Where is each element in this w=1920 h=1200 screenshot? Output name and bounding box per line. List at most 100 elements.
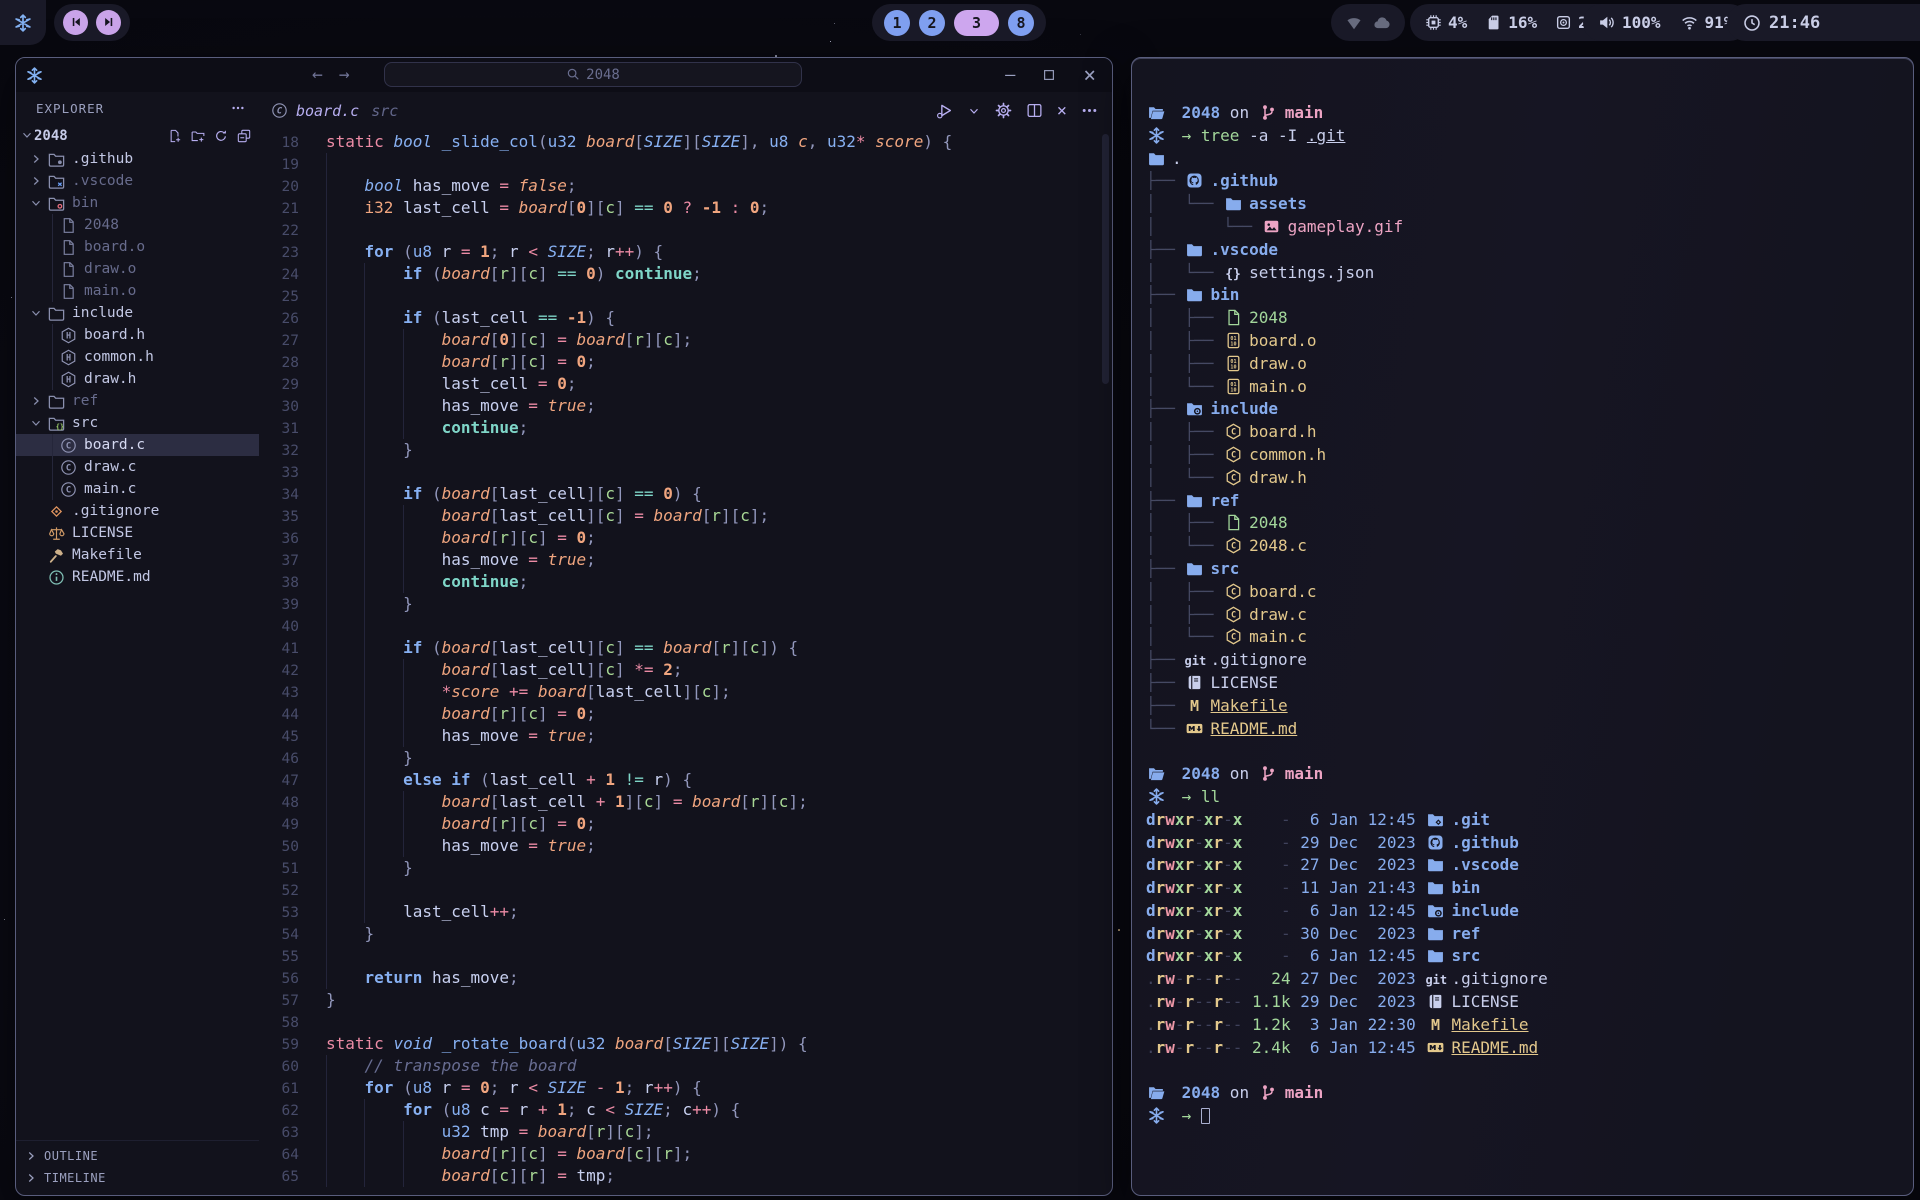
explorer-item-.github[interactable]: .github <box>16 148 259 170</box>
code-line-56[interactable]: 56 return has_move; <box>271 967 1112 989</box>
explorer-item-board.h[interactable]: Hboard.h <box>16 324 259 346</box>
code-line-33[interactable]: 33 <box>271 461 1112 483</box>
code-line-32[interactable]: 32 } <box>271 439 1112 461</box>
media-next-button[interactable] <box>96 10 121 35</box>
workspace-8[interactable]: 8 <box>1008 10 1034 36</box>
code-line-48[interactable]: 48 board[last_cell + 1][c] = board[r][c]… <box>271 791 1112 813</box>
refresh-icon[interactable] <box>214 129 228 143</box>
code-line-34[interactable]: 34 if (board[last_cell][c] == 0) { <box>271 483 1112 505</box>
run-debug-icon[interactable] <box>936 102 953 119</box>
new-folder-icon[interactable] <box>191 129 205 143</box>
command-center-search[interactable]: 2048 <box>384 62 802 87</box>
launcher-button[interactable] <box>0 0 46 45</box>
code-line-23[interactable]: 23 for (u8 r = 1; r < SIZE; r++) { <box>271 241 1112 263</box>
code-line-65[interactable]: 65 board[c][r] = tmp; <box>271 1165 1112 1187</box>
code-line-37[interactable]: 37 has_move = true; <box>271 549 1112 571</box>
workspace-2[interactable]: 2 <box>919 10 945 36</box>
explorer-item-draw.h[interactable]: Hdraw.h <box>16 368 259 390</box>
clock-widget[interactable]: 21:46 <box>1727 4 1920 41</box>
code-line-45[interactable]: 45 has_move = true; <box>271 725 1112 747</box>
more-actions-icon[interactable] <box>231 101 245 116</box>
code-line-41[interactable]: 41 if (board[last_cell][c] == board[r][c… <box>271 637 1112 659</box>
code-line-18[interactable]: 18static bool _slide_col(u32 board[SIZE]… <box>271 131 1112 153</box>
code-line-20[interactable]: 20 bool has_move = false; <box>271 175 1112 197</box>
active-tab[interactable]: C board.c src <box>271 102 398 120</box>
code-line-46[interactable]: 46 } <box>271 747 1112 769</box>
code-line-43[interactable]: 43 *score += board[last_cell][c]; <box>271 681 1112 703</box>
code-line-27[interactable]: 27 board[0][c] = board[r][c]; <box>271 329 1112 351</box>
outline-section[interactable]: OUTLINE <box>16 1145 259 1167</box>
code-line-53[interactable]: 53 last_cell++; <box>271 901 1112 923</box>
more-actions-icon[interactable] <box>1081 102 1098 119</box>
explorer-item-board.o[interactable]: board.o <box>16 236 259 258</box>
chevron-down-icon[interactable] <box>967 104 981 118</box>
gear-icon[interactable] <box>995 102 1012 119</box>
minimize-button[interactable]: — <box>1005 67 1015 84</box>
code-line-24[interactable]: 24 if (board[r][c] == 0) continue; <box>271 263 1112 285</box>
code-line-49[interactable]: 49 board[r][c] = 0; <box>271 813 1112 835</box>
code-line-60[interactable]: 60 // transpose the board <box>271 1055 1112 1077</box>
code-line-40[interactable]: 40 <box>271 615 1112 637</box>
explorer-item-main.c[interactable]: Cmain.c <box>16 478 259 500</box>
code-line-21[interactable]: 21 i32 last_cell = board[0][c] == 0 ? -1… <box>271 197 1112 219</box>
code-line-58[interactable]: 58 <box>271 1011 1112 1033</box>
code-line-30[interactable]: 30 has_move = true; <box>271 395 1112 417</box>
explorer-item-main.o[interactable]: main.o <box>16 280 259 302</box>
code-line-22[interactable]: 22 <box>271 219 1112 241</box>
code-line-50[interactable]: 50 has_move = true; <box>271 835 1112 857</box>
split-editor-icon[interactable] <box>1026 102 1043 119</box>
workspace-1[interactable]: 1 <box>884 10 910 36</box>
close-editor-icon[interactable]: × <box>1057 101 1067 121</box>
scrollbar-thumb[interactable] <box>1102 134 1109 384</box>
code-line-29[interactable]: 29 last_cell = 0; <box>271 373 1112 395</box>
code-line-55[interactable]: 55 <box>271 945 1112 967</box>
terminal-window[interactable]: 2048 on main → tree -a -I .git.├── .gith… <box>1131 57 1914 1196</box>
code-line-52[interactable]: 52 <box>271 879 1112 901</box>
code-line-26[interactable]: 26 if (last_cell == -1) { <box>271 307 1112 329</box>
timeline-section[interactable]: TIMELINE <box>16 1167 259 1189</box>
explorer-item-ref[interactable]: ref <box>16 390 259 412</box>
code-line-31[interactable]: 31 continue; <box>271 417 1112 439</box>
code-line-42[interactable]: 42 board[last_cell][c] *= 2; <box>271 659 1112 681</box>
code-line-35[interactable]: 35 board[last_cell][c] = board[r][c]; <box>271 505 1112 527</box>
collapse-all-icon[interactable] <box>237 129 251 143</box>
nav-back-button[interactable]: ← <box>312 66 323 84</box>
editor-titlebar[interactable]: ← → 2048 — × <box>16 58 1112 92</box>
explorer-item-draw.o[interactable]: draw.o <box>16 258 259 280</box>
nav-forward-button[interactable]: → <box>339 66 350 84</box>
explorer-item-include[interactable]: include <box>16 302 259 324</box>
weather-widget[interactable] <box>1331 4 1405 41</box>
code-line-28[interactable]: 28 board[r][c] = 0; <box>271 351 1112 373</box>
code-line-57[interactable]: 57} <box>271 989 1112 1011</box>
code-line-51[interactable]: 51 } <box>271 857 1112 879</box>
explorer-item-draw.c[interactable]: Cdraw.c <box>16 456 259 478</box>
explorer-item-src[interactable]: {}src <box>16 412 259 434</box>
code-line-63[interactable]: 63 u32 tmp = board[r][c]; <box>271 1121 1112 1143</box>
explorer-item-LICENSE[interactable]: LICENSE <box>16 522 259 544</box>
code-line-36[interactable]: 36 board[r][c] = 0; <box>271 527 1112 549</box>
media-previous-button[interactable] <box>63 10 88 35</box>
code-line-59[interactable]: 59static void _rotate_board(u32 board[SI… <box>271 1033 1112 1055</box>
explorer-item-2048[interactable]: 2048 <box>16 214 259 236</box>
code-line-61[interactable]: 61 for (u8 r = 0; r < SIZE - 1; r++) { <box>271 1077 1112 1099</box>
close-button[interactable]: × <box>1083 65 1096 86</box>
code-line-47[interactable]: 47 else if (last_cell + 1 != r) { <box>271 769 1112 791</box>
project-root-row[interactable]: 2048 <box>16 124 259 148</box>
code-line-38[interactable]: 38 continue; <box>271 571 1112 593</box>
code-editor[interactable]: 18static bool _slide_col(u32 board[SIZE]… <box>259 129 1112 1196</box>
explorer-item-board.c[interactable]: Cboard.c <box>16 434 259 456</box>
code-line-64[interactable]: 64 board[r][c] = board[c][r]; <box>271 1143 1112 1165</box>
maximize-button[interactable] <box>1042 67 1056 84</box>
explorer-item-.vscode[interactable]: .vscode <box>16 170 259 192</box>
code-line-19[interactable]: 19 <box>271 153 1112 175</box>
new-file-icon[interactable] <box>168 129 182 143</box>
code-line-62[interactable]: 62 for (u8 c = r + 1; c < SIZE; c++) { <box>271 1099 1112 1121</box>
explorer-item-.gitignore[interactable]: .gitignore <box>16 500 259 522</box>
code-line-25[interactable]: 25 <box>271 285 1112 307</box>
explorer-item-README.md[interactable]: README.md <box>16 566 259 588</box>
explorer-item-bin[interactable]: bin <box>16 192 259 214</box>
code-line-39[interactable]: 39 } <box>271 593 1112 615</box>
code-line-54[interactable]: 54 } <box>271 923 1112 945</box>
code-line-44[interactable]: 44 board[r][c] = 0; <box>271 703 1112 725</box>
explorer-item-common.h[interactable]: Hcommon.h <box>16 346 259 368</box>
